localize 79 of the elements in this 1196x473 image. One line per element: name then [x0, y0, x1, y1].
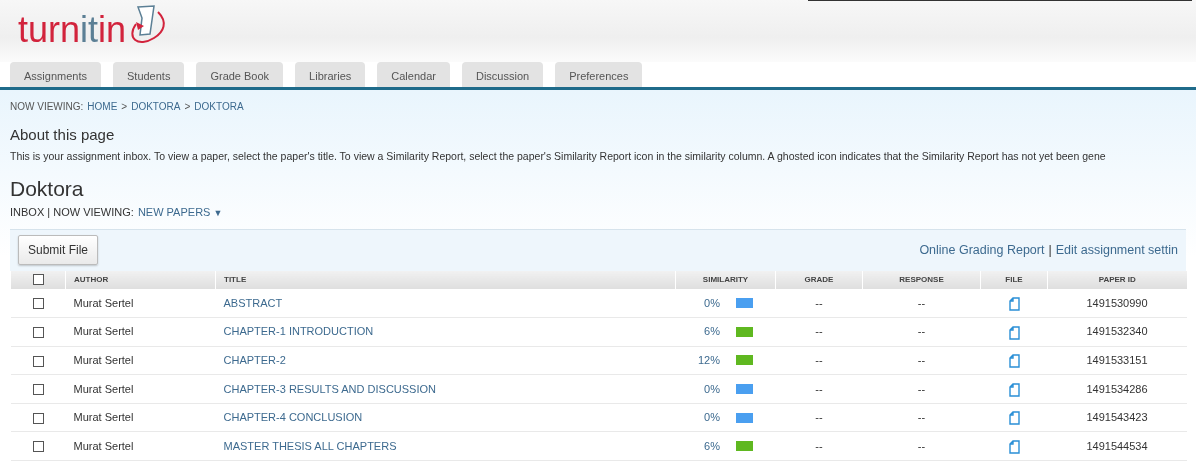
breadcrumb-link[interactable]: DOKTORA: [194, 99, 244, 120]
paper-id-cell: 1491543423: [1047, 403, 1187, 432]
similarity-report-icon[interactable]: [736, 383, 753, 394]
file-icon[interactable]: [1008, 439, 1020, 454]
response-cell: --: [862, 403, 981, 432]
grade-cell: --: [775, 403, 863, 432]
response-cell: --: [862, 346, 981, 375]
row-checkbox[interactable]: [32, 355, 44, 367]
breadcrumb-label: NOW VIEWING:: [10, 100, 84, 114]
breadcrumb-link[interactable]: DOKTORA: [131, 99, 181, 120]
tab[interactable]: Grade Book: [196, 62, 284, 87]
description-text: This is your assignment inbox. To view a paper, select the paper's title. To view a Similarity Report, select the paper's Similarity Report icon in the similarity column. A ghosted icon indicates that the Similarity Report has not yet been gene: [10, 148, 1107, 164]
similarity-link[interactable]: 12%: [698, 352, 720, 369]
row-checkbox[interactable]: [32, 384, 44, 396]
file-icon[interactable]: [1008, 382, 1020, 397]
author-cell: Murat Sertel: [65, 431, 216, 461]
paper-title-link[interactable]: CHAPTER-2: [223, 354, 286, 367]
similarity-link[interactable]: 6%: [698, 323, 720, 340]
grade-cell: --: [775, 288, 863, 318]
breadcrumb-separator: >: [121, 100, 128, 114]
grade-cell: --: [775, 317, 863, 347]
paper-title-link[interactable]: CHAPTER-3 RESULTS AND DISCUSSION: [223, 382, 436, 395]
similarity-report-icon[interactable]: [736, 297, 753, 308]
paper-title-link[interactable]: MASTER THESIS ALL CHAPTERS: [223, 439, 397, 452]
section-heading: About this page: [10, 125, 116, 145]
assignment-title: Doktora: [10, 177, 85, 201]
row-checkbox[interactable]: [32, 441, 44, 453]
similarity-report-icon[interactable]: [736, 355, 753, 366]
similarity-report-icon[interactable]: [736, 326, 753, 337]
similarity-report-icon[interactable]: [736, 412, 753, 423]
toolbar-link[interactable]: Online Grading Report: [919, 240, 1045, 260]
author-cell: Murat Sertel: [65, 288, 216, 318]
grade-cell: --: [775, 431, 863, 461]
paper-title-link[interactable]: CHAPTER-4 CONCLUSION: [223, 411, 363, 424]
breadcrumb-link[interactable]: HOME: [87, 99, 118, 120]
author-cell: Murat Sertel: [65, 346, 216, 375]
paper-id-cell: 1491544534: [1047, 431, 1187, 461]
response-cell: --: [862, 431, 981, 461]
grade-cell: --: [775, 374, 863, 404]
row-checkbox[interactable]: [32, 412, 44, 424]
paper-id-cell: 1491530990: [1047, 288, 1187, 318]
link-separator: |: [1048, 241, 1052, 259]
file-icon[interactable]: [1008, 411, 1020, 426]
similarity-link[interactable]: 0%: [698, 294, 720, 312]
paper-id-cell: 1491533151: [1047, 346, 1187, 375]
submit-file-button[interactable]: Submit File: [18, 235, 99, 266]
caret-icon: ▼: [213, 208, 223, 219]
inbox-label: INBOX | NOW VIEWING:: [10, 205, 134, 221]
filter-dropdown[interactable]: NEW PAPERS ▼: [137, 204, 223, 221]
toolbar-link[interactable]: Edit assignment settin: [1055, 240, 1178, 260]
similarity-report-icon[interactable]: [736, 441, 753, 452]
file-icon[interactable]: [1008, 325, 1020, 340]
tab[interactable]: Preferences: [555, 62, 643, 87]
similarity-link[interactable]: 6%: [698, 437, 720, 455]
response-cell: --: [862, 374, 981, 404]
paper-title-link[interactable]: ABSTRACT: [223, 296, 283, 309]
select-all-checkbox[interactable]: [32, 274, 44, 286]
grade-cell: --: [775, 346, 863, 375]
row-checkbox[interactable]: [32, 298, 44, 310]
paper-id-cell: 1491532340: [1047, 317, 1187, 347]
tab[interactable]: Discussion: [461, 62, 544, 87]
tab[interactable]: Calendar: [377, 62, 450, 87]
file-icon[interactable]: [1008, 354, 1020, 369]
tab[interactable]: Students: [113, 62, 185, 87]
author-cell: Murat Sertel: [65, 317, 216, 347]
paper-id-cell: 1491534286: [1047, 374, 1187, 404]
paper-title-link[interactable]: CHAPTER-1 INTRODUCTION: [223, 325, 374, 338]
logo-text[interactable]: turnitin: [18, 12, 127, 48]
breadcrumb-separator: >: [184, 100, 191, 114]
tab[interactable]: Libraries: [295, 62, 366, 87]
author-cell: Murat Sertel: [65, 403, 216, 432]
author-cell: Murat Sertel: [65, 374, 216, 404]
response-cell: --: [862, 317, 981, 347]
response-cell: --: [862, 288, 981, 318]
row-checkbox[interactable]: [32, 327, 44, 339]
similarity-link[interactable]: 0%: [698, 380, 720, 398]
similarity-link[interactable]: 0%: [698, 409, 720, 426]
tab[interactable]: Assignments: [10, 62, 101, 87]
file-icon[interactable]: [1008, 296, 1020, 311]
